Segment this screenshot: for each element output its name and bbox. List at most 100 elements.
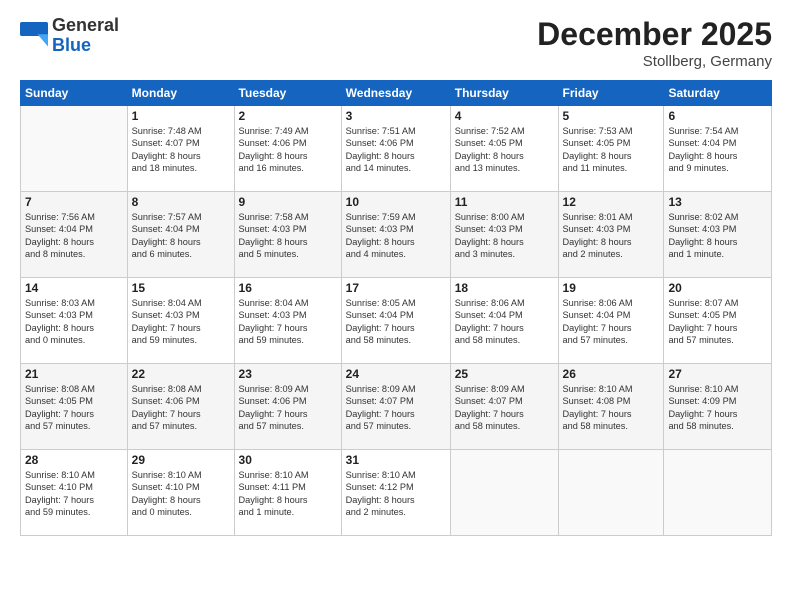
calendar-page: General Blue December 2025 Stollberg, Ge… [0,0,792,612]
month-title: December 2025 [537,16,772,53]
day-number: 1 [132,109,230,123]
day-info: Sunrise: 8:07 AM Sunset: 4:05 PM Dayligh… [668,297,767,347]
day-number: 13 [668,195,767,209]
header-tuesday: Tuesday [234,81,341,106]
day-number: 18 [455,281,554,295]
day-number: 22 [132,367,230,381]
day-info: Sunrise: 7:57 AM Sunset: 4:04 PM Dayligh… [132,211,230,261]
day-number: 16 [239,281,337,295]
day-info: Sunrise: 7:59 AM Sunset: 4:03 PM Dayligh… [346,211,446,261]
day-info: Sunrise: 8:01 AM Sunset: 4:03 PM Dayligh… [563,211,660,261]
day-info: Sunrise: 8:00 AM Sunset: 4:03 PM Dayligh… [455,211,554,261]
day-info: Sunrise: 8:08 AM Sunset: 4:06 PM Dayligh… [132,383,230,433]
table-row: 2Sunrise: 7:49 AM Sunset: 4:06 PM Daylig… [234,106,341,192]
day-info: Sunrise: 8:06 AM Sunset: 4:04 PM Dayligh… [455,297,554,347]
day-info: Sunrise: 8:04 AM Sunset: 4:03 PM Dayligh… [239,297,337,347]
logo-general: General [52,15,119,35]
header-saturday: Saturday [664,81,772,106]
table-row: 29Sunrise: 8:10 AM Sunset: 4:10 PM Dayli… [127,450,234,536]
table-row: 14Sunrise: 8:03 AM Sunset: 4:03 PM Dayli… [21,278,128,364]
day-info: Sunrise: 7:51 AM Sunset: 4:06 PM Dayligh… [346,125,446,175]
table-row: 10 Sunrise: 7:59 AM Sunset: 4:03 PM Dayli… [341,192,450,278]
table-row [558,450,664,536]
table-row: 7 Sunrise: 7:56 AM Sunset: 4:04 PM Daylig… [21,192,128,278]
weekday-header-row: Sunday Monday Tuesday Wednesday Thursday… [21,81,772,106]
day-number: 2 [239,109,337,123]
table-row [664,450,772,536]
table-row [450,450,558,536]
day-number: 27 [668,367,767,381]
day-info: Sunrise: 7:54 AM Sunset: 4:04 PM Dayligh… [668,125,767,175]
day-number: 19 [563,281,660,295]
day-info: Sunrise: 8:09 AM Sunset: 4:07 PM Dayligh… [346,383,446,433]
logo-icon [20,22,48,50]
table-row: 30Sunrise: 8:10 AM Sunset: 4:11 PM Dayli… [234,450,341,536]
day-number: 30 [239,453,337,467]
table-row: 5 Sunrise: 7:53 AM Sunset: 4:05 PM Daylig… [558,106,664,192]
table-row: 17 Sunrise: 8:05 AM Sunset: 4:04 PM Dayli… [341,278,450,364]
day-number: 26 [563,367,660,381]
day-info: Sunrise: 8:09 AM Sunset: 4:06 PM Dayligh… [239,383,337,433]
day-number: 4 [455,109,554,123]
day-number: 14 [25,281,123,295]
day-number: 11 [455,195,554,209]
day-info: Sunrise: 7:56 AM Sunset: 4:04 PM Dayligh… [25,211,123,261]
day-info: Sunrise: 8:06 AM Sunset: 4:04 PM Dayligh… [563,297,660,347]
table-row: 4Sunrise: 7:52 AM Sunset: 4:05 PM Daylig… [450,106,558,192]
table-row: 20Sunrise: 8:07 AM Sunset: 4:05 PM Dayli… [664,278,772,364]
table-row: 24 Sunrise: 8:09 AM Sunset: 4:07 PM Dayli… [341,364,450,450]
day-number: 23 [239,367,337,381]
table-row: 15Sunrise: 8:04 AM Sunset: 4:03 PM Dayli… [127,278,234,364]
table-row: 11 Sunrise: 8:00 AM Sunset: 4:03 PM Dayli… [450,192,558,278]
day-number: 7 [25,195,123,209]
day-info: Sunrise: 8:05 AM Sunset: 4:04 PM Dayligh… [346,297,446,347]
table-row: 26 Sunrise: 8:10 AM Sunset: 4:08 PM Dayli… [558,364,664,450]
day-info: Sunrise: 8:10 AM Sunset: 4:08 PM Dayligh… [563,383,660,433]
calendar-week-row: 7 Sunrise: 7:56 AM Sunset: 4:04 PM Daylig… [21,192,772,278]
day-number: 5 [563,109,660,123]
day-number: 8 [132,195,230,209]
day-info: Sunrise: 7:58 AM Sunset: 4:03 PM Dayligh… [239,211,337,261]
title-block: December 2025 Stollberg, Germany [537,16,772,70]
header: General Blue December 2025 Stollberg, Ge… [20,16,772,70]
day-number: 31 [346,453,446,467]
day-info: Sunrise: 7:48 AM Sunset: 4:07 PM Dayligh… [132,125,230,175]
header-friday: Friday [558,81,664,106]
table-row: 18 Sunrise: 8:06 AM Sunset: 4:04 PM Dayli… [450,278,558,364]
day-info: Sunrise: 8:10 AM Sunset: 4:09 PM Dayligh… [668,383,767,433]
table-row: 9 Sunrise: 7:58 AM Sunset: 4:03 PM Daylig… [234,192,341,278]
day-number: 21 [25,367,123,381]
day-number: 29 [132,453,230,467]
table-row: 16 Sunrise: 8:04 AM Sunset: 4:03 PM Dayli… [234,278,341,364]
calendar-table: Sunday Monday Tuesday Wednesday Thursday… [20,80,772,536]
day-info: Sunrise: 8:09 AM Sunset: 4:07 PM Dayligh… [455,383,554,433]
table-row: 25Sunrise: 8:09 AM Sunset: 4:07 PM Dayli… [450,364,558,450]
table-row: 8 Sunrise: 7:57 AM Sunset: 4:04 PM Daylig… [127,192,234,278]
logo-blue: Blue [52,35,91,55]
table-row: 21Sunrise: 8:08 AM Sunset: 4:05 PM Dayli… [21,364,128,450]
table-row: 27 Sunrise: 8:10 AM Sunset: 4:09 PM Dayli… [664,364,772,450]
day-number: 3 [346,109,446,123]
table-row: 23 Sunrise: 8:09 AM Sunset: 4:06 PM Dayli… [234,364,341,450]
header-thursday: Thursday [450,81,558,106]
logo-text: General Blue [52,16,119,56]
location: Stollberg, Germany [537,53,772,70]
day-number: 12 [563,195,660,209]
day-number: 28 [25,453,123,467]
day-number: 10 [346,195,446,209]
table-row: 31Sunrise: 8:10 AM Sunset: 4:12 PM Dayli… [341,450,450,536]
calendar-week-row: 14Sunrise: 8:03 AM Sunset: 4:03 PM Dayli… [21,278,772,364]
day-info: Sunrise: 8:02 AM Sunset: 4:03 PM Dayligh… [668,211,767,261]
table-row: 3 Sunrise: 7:51 AM Sunset: 4:06 PM Daylig… [341,106,450,192]
table-row: 28 Sunrise: 8:10 AM Sunset: 4:10 PM Dayli… [21,450,128,536]
table-row: 1 Sunrise: 7:48 AM Sunset: 4:07 PM Daylig… [127,106,234,192]
table-row: 13 Sunrise: 8:02 AM Sunset: 4:03 PM Dayli… [664,192,772,278]
day-number: 24 [346,367,446,381]
header-wednesday: Wednesday [341,81,450,106]
day-info: Sunrise: 7:53 AM Sunset: 4:05 PM Dayligh… [563,125,660,175]
day-info: Sunrise: 8:10 AM Sunset: 4:10 PM Dayligh… [25,469,123,519]
day-number: 9 [239,195,337,209]
day-number: 17 [346,281,446,295]
table-row: 12 Sunrise: 8:01 AM Sunset: 4:03 PM Dayli… [558,192,664,278]
day-number: 6 [668,109,767,123]
